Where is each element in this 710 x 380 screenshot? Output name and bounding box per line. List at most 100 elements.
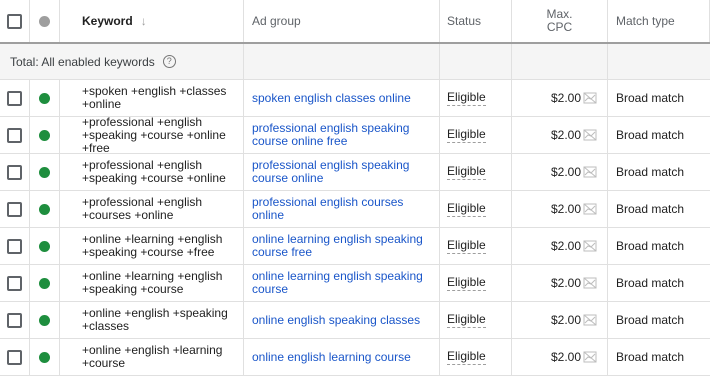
keyword-text: +online +english +learning +course: [82, 343, 223, 370]
row-checkbox-cell: [0, 302, 30, 338]
max-cpc-cell[interactable]: $2.00: [512, 117, 608, 153]
ad-group-link[interactable]: professional english speaking course onl…: [252, 122, 433, 148]
max-cpc-value: $2.00: [550, 202, 581, 216]
header-keyword[interactable]: Keyword ↓: [60, 0, 244, 42]
keyword-cell[interactable]: +online +learning +english +speaking +co…: [60, 228, 244, 264]
row-checkbox[interactable]: [7, 275, 22, 291]
row-checkbox[interactable]: [7, 238, 22, 254]
match-type-cell[interactable]: Broad match: [608, 80, 710, 116]
status-text[interactable]: Eligible: [447, 275, 486, 291]
row-status-dot-cell: [30, 117, 60, 153]
total-label-cell: Total: All enabled keywords ?: [0, 44, 244, 79]
keyword-cell[interactable]: +spoken +english +classes +online: [60, 80, 244, 116]
status-text[interactable]: Eligible: [447, 90, 486, 106]
max-cpc-cell[interactable]: $2.00: [512, 80, 608, 116]
ad-group-link[interactable]: professional english speaking course onl…: [252, 159, 433, 185]
row-checkbox[interactable]: [7, 312, 22, 328]
match-type-text: Broad match: [616, 313, 685, 327]
row-checkbox-cell: [0, 80, 30, 116]
status-text[interactable]: Eligible: [447, 312, 486, 328]
ad-group-link[interactable]: online english speaking classes: [252, 313, 420, 327]
row-checkbox[interactable]: [7, 349, 22, 365]
status-text[interactable]: Eligible: [447, 238, 486, 254]
header-max-cpc[interactable]: Max. CPC: [512, 0, 608, 42]
max-cpc-cell[interactable]: $2.00: [512, 302, 608, 338]
row-checkbox-cell: [0, 228, 30, 264]
ad-group-link[interactable]: spoken english classes online: [252, 91, 411, 105]
keyword-cell[interactable]: +online +learning +english +speaking +co…: [60, 265, 244, 301]
keyword-text: +online +learning +english +speaking +co…: [82, 232, 223, 259]
keywords-table: Keyword ↓ Ad group Status Max. CPC Match…: [0, 0, 710, 376]
keyword-cell[interactable]: +professional +english +courses +online: [60, 191, 244, 227]
header-status[interactable]: Status: [440, 0, 512, 42]
status-text[interactable]: Eligible: [447, 164, 486, 180]
bid-simulator-chart-icon[interactable]: [583, 91, 597, 105]
bid-simulator-chart-icon[interactable]: [583, 276, 597, 290]
match-type-cell[interactable]: Broad match: [608, 154, 710, 190]
enabled-dot-icon[interactable]: [39, 203, 50, 215]
match-type-cell[interactable]: Broad match: [608, 228, 710, 264]
ad-group-link[interactable]: professional english courses online: [252, 196, 433, 222]
status-text[interactable]: Eligible: [447, 349, 486, 365]
header-max-cpc-line2: CPC: [546, 20, 573, 34]
bid-simulator-chart-icon[interactable]: [583, 239, 597, 253]
enabled-dot-icon[interactable]: [39, 129, 50, 141]
keyword-cell[interactable]: +online +english +speaking +classes: [60, 302, 244, 338]
max-cpc-cell[interactable]: $2.00: [512, 339, 608, 375]
row-checkbox[interactable]: [7, 201, 22, 217]
bid-simulator-chart-icon[interactable]: [583, 202, 597, 216]
header-max-cpc-line1: Max.: [546, 7, 573, 21]
header-match-type[interactable]: Match type: [608, 0, 710, 42]
enabled-dot-icon[interactable]: [39, 277, 50, 289]
row-checkbox-cell: [0, 191, 30, 227]
row-status-dot-cell: [30, 228, 60, 264]
total-row: Total: All enabled keywords ?: [0, 44, 710, 80]
bid-simulator-chart-icon[interactable]: [583, 350, 597, 364]
match-type-cell[interactable]: Broad match: [608, 117, 710, 153]
ad-group-link[interactable]: online learning english speaking course: [252, 270, 433, 296]
match-type-cell[interactable]: Broad match: [608, 265, 710, 301]
sort-descending-icon[interactable]: ↓: [141, 14, 147, 28]
status-cell: Eligible: [440, 339, 512, 375]
keyword-cell[interactable]: +professional +english +speaking +course…: [60, 154, 244, 190]
row-checkbox[interactable]: [7, 90, 22, 106]
status-cell: Eligible: [440, 228, 512, 264]
match-type-text: Broad match: [616, 165, 685, 179]
bid-simulator-chart-icon[interactable]: [583, 313, 597, 327]
row-checkbox[interactable]: [7, 164, 22, 180]
header-ad-group[interactable]: Ad group: [244, 0, 440, 42]
help-icon[interactable]: ?: [162, 55, 176, 68]
enabled-dot-icon[interactable]: [39, 314, 50, 326]
select-all-checkbox[interactable]: [7, 13, 22, 29]
max-cpc-cell[interactable]: $2.00: [512, 265, 608, 301]
enabled-dot-icon[interactable]: [39, 166, 50, 178]
max-cpc-cell[interactable]: $2.00: [512, 191, 608, 227]
ad-group-link[interactable]: online learning english speaking course …: [252, 233, 433, 259]
status-text[interactable]: Eligible: [447, 127, 486, 143]
table-row: +professional +english +courses +online …: [0, 191, 710, 228]
max-cpc-cell[interactable]: $2.00: [512, 154, 608, 190]
table-row: +professional +english +speaking +course…: [0, 115, 710, 154]
row-checkbox-cell: [0, 339, 30, 375]
bid-simulator-chart-icon[interactable]: [583, 165, 597, 179]
header-checkbox-cell: [0, 0, 30, 42]
ad-group-cell: professional english speaking course onl…: [244, 117, 440, 153]
row-checkbox[interactable]: [7, 127, 22, 143]
status-text[interactable]: Eligible: [447, 201, 486, 217]
keyword-cell[interactable]: +online +english +learning +course: [60, 339, 244, 375]
enabled-dot-icon[interactable]: [39, 351, 50, 363]
enabled-dot-icon[interactable]: [39, 92, 50, 104]
match-type-cell[interactable]: Broad match: [608, 339, 710, 375]
row-status-dot-cell: [30, 80, 60, 116]
enabled-dot-icon[interactable]: [39, 240, 50, 252]
bid-simulator-chart-icon[interactable]: [583, 128, 597, 142]
match-type-cell[interactable]: Broad match: [608, 191, 710, 227]
keyword-cell[interactable]: +professional +english +speaking +course…: [60, 115, 244, 154]
status-dot-header-icon[interactable]: [39, 15, 50, 27]
max-cpc-cell[interactable]: $2.00: [512, 228, 608, 264]
status-cell: Eligible: [440, 265, 512, 301]
ad-group-cell: online learning english speaking course …: [244, 228, 440, 264]
match-type-cell[interactable]: Broad match: [608, 302, 710, 338]
ad-group-link[interactable]: online english learning course: [252, 350, 411, 364]
total-ad-group-cell: [244, 44, 440, 79]
